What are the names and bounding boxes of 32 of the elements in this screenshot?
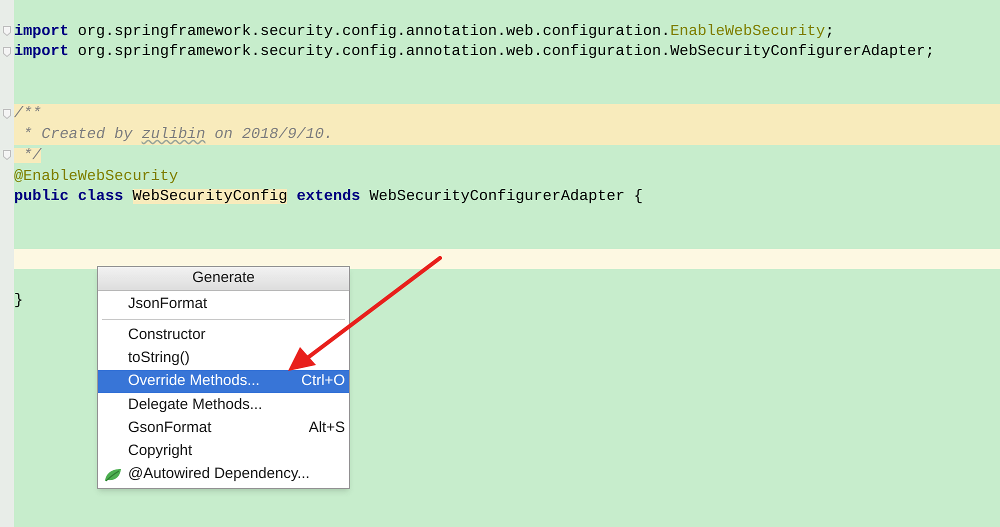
code-token: class	[78, 189, 124, 204]
fold-icon[interactable]	[3, 26, 11, 36]
code-token: import	[14, 44, 69, 60]
menu-item[interactable]: Override Methods... Ctrl+O	[98, 370, 349, 394]
code-token: extends	[296, 189, 360, 204]
code-token: public	[14, 189, 70, 204]
code-token: EnableWebSecurity	[670, 24, 826, 39]
code-token: /**	[14, 106, 42, 122]
code-token: import	[14, 24, 69, 39]
code-token: }	[14, 292, 24, 308]
menu-item[interactable]: Constructor	[98, 323, 349, 347]
popup-title: Generate	[98, 267, 349, 291]
menu-item[interactable]: @Autowired Dependency...	[98, 463, 349, 486]
menu-item[interactable]: toString()	[98, 346, 349, 370]
code-token: */	[14, 148, 42, 164]
code-token: org.springframework.security.config.annotation.web.configuration.	[76, 24, 670, 39]
fold-icon[interactable]	[3, 109, 11, 120]
menu-item[interactable]: GsonFormat Alt+S	[98, 416, 349, 440]
leaf-icon	[104, 468, 122, 482]
code-token: on 2018/9/10.	[214, 127, 334, 142]
code-token: ;	[825, 24, 834, 39]
menu-item[interactable]: JsonFormat	[98, 293, 349, 316]
code-token: WebSecurityConfig	[132, 189, 288, 204]
fold-icon[interactable]	[3, 150, 11, 160]
code-token: org.springframework.security.config.annotation.web.configuration.WebSecurityConfigurerAdapter;	[76, 44, 935, 60]
menu-item[interactable]: Delegate Methods...	[98, 393, 349, 416]
code-token: WebSecurityConfigurerAdapter {	[368, 189, 643, 204]
code-token: * Created by	[22, 127, 134, 142]
menu-item[interactable]: Copyright	[98, 440, 349, 464]
code-token: zulibin	[142, 127, 206, 142]
code-token: @EnableWebSecurity	[14, 168, 178, 184]
fold-icon[interactable]	[3, 47, 11, 58]
